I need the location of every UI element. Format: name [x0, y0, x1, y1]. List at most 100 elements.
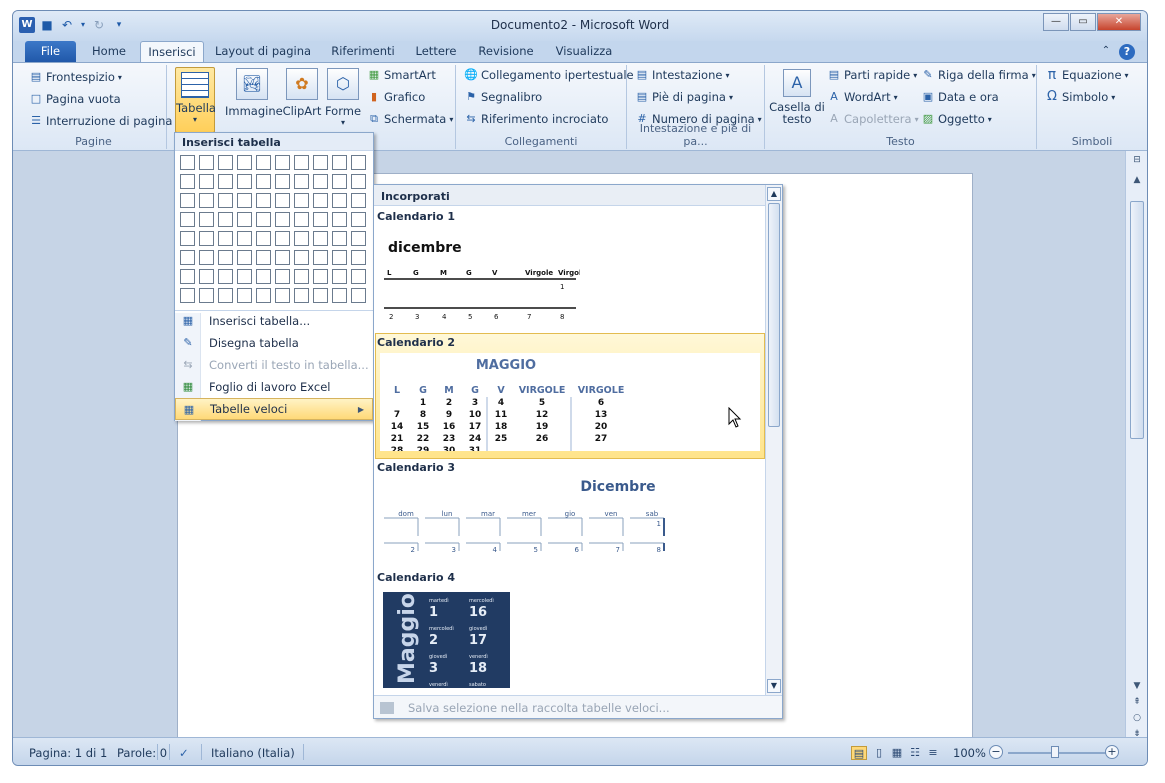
grid-cell[interactable] [199, 269, 214, 284]
grid-cell[interactable] [256, 174, 271, 189]
grid-cell[interactable] [351, 288, 366, 303]
equazione-button[interactable]: π Equazione ▾ [1045, 68, 1129, 82]
oggetto-button[interactable]: ▨ Oggetto ▾ [921, 112, 992, 126]
grid-cell[interactable] [256, 288, 271, 303]
tab-visualizza[interactable]: Visualizza [549, 41, 619, 63]
grid-cell[interactable] [256, 250, 271, 265]
tab-home[interactable]: Home [83, 41, 135, 63]
grid-cell[interactable] [180, 174, 195, 189]
grid-cell[interactable] [332, 288, 347, 303]
grid-cell[interactable] [237, 250, 252, 265]
grafico-button[interactable]: ▮ Grafico [367, 90, 425, 104]
grid-cell[interactable] [237, 212, 252, 227]
ruler-toggle-icon[interactable]: ⊟ [1129, 155, 1145, 169]
grid-cell[interactable] [199, 174, 214, 189]
grid-cell[interactable] [199, 288, 214, 303]
menu-converti-testo[interactable]: ⇆ Converti il testo in tabella... [175, 354, 373, 376]
draft-icon[interactable]: ≡ [925, 746, 941, 760]
data-e-ora-button[interactable]: ▣ Data e ora [921, 90, 999, 104]
parti-rapide-button[interactable]: ▤ Parti rapide ▾ [827, 68, 917, 82]
grid-cell[interactable] [351, 231, 366, 246]
menu-tabelle-veloci[interactable]: ▦ Tabelle veloci ▶ [175, 398, 373, 420]
grid-cell[interactable] [332, 269, 347, 284]
gallery-scroll-down-icon[interactable]: ▼ [767, 679, 781, 693]
web-layout-icon[interactable]: ▦ [889, 746, 905, 760]
interruzione-pagina-button[interactable]: ☰ Interruzione di pagina [29, 114, 172, 128]
grid-cell[interactable] [237, 174, 252, 189]
zoom-slider-thumb[interactable] [1051, 746, 1059, 758]
smartart-button[interactable]: ▦ SmartArt [367, 68, 436, 82]
grid-cell[interactable] [294, 174, 309, 189]
grid-cell[interactable] [237, 288, 252, 303]
grid-cell[interactable] [180, 250, 195, 265]
zoom-out-icon[interactable]: − [989, 745, 1003, 759]
grid-cell[interactable] [275, 212, 290, 227]
gallery-scroll-up-icon[interactable]: ▲ [767, 187, 781, 201]
grid-cell[interactable] [237, 193, 252, 208]
grid-cell[interactable] [199, 231, 214, 246]
grid-cell[interactable] [218, 269, 233, 284]
tab-revisione[interactable]: Revisione [473, 41, 539, 63]
grid-cell[interactable] [218, 212, 233, 227]
grid-cell[interactable] [275, 174, 290, 189]
grid-cell[interactable] [294, 269, 309, 284]
grid-cell[interactable] [256, 269, 271, 284]
grid-cell[interactable] [351, 155, 366, 170]
tabella-button[interactable]: Tabella ▾ [175, 67, 216, 133]
grid-cell[interactable] [332, 155, 347, 170]
grid-cell[interactable] [275, 250, 290, 265]
grid-cell[interactable] [351, 174, 366, 189]
grid-cell[interactable] [218, 288, 233, 303]
grid-cell[interactable] [294, 155, 309, 170]
grid-cell[interactable] [199, 212, 214, 227]
grid-cell[interactable] [237, 231, 252, 246]
grid-cell[interactable] [180, 193, 195, 208]
salva-selezione-item[interactable]: Salva selezione nella raccolta tabelle v… [374, 695, 782, 718]
zoom-level[interactable]: 100% [953, 746, 986, 760]
gallery-scroll-thumb[interactable] [768, 203, 780, 427]
calendario-3-preview[interactable]: Dicembre dom lun mar mer gio ven sab 1 2 3 4 5 6 7 8 [380, 475, 680, 565]
grid-cell[interactable] [313, 193, 328, 208]
grid-cell[interactable] [275, 155, 290, 170]
grid-cell[interactable] [199, 250, 214, 265]
grid-cell[interactable] [180, 269, 195, 284]
grid-cell[interactable] [294, 288, 309, 303]
grid-cell[interactable] [275, 193, 290, 208]
frontespizio-button[interactable]: ▤ Frontespizio ▾ [29, 70, 122, 84]
page-count[interactable]: Pagina: 1 di 1 [29, 746, 107, 760]
immagine-button[interactable]: 🏞 Immagine [225, 68, 283, 118]
grid-cell[interactable] [332, 212, 347, 227]
riferimento-incrociato-button[interactable]: ⇆ Riferimento incrociato [464, 112, 608, 126]
grid-cell[interactable] [237, 269, 252, 284]
grid-cell[interactable] [180, 212, 195, 227]
grid-cell[interactable] [256, 212, 271, 227]
simbolo-button[interactable]: Ω Simbolo ▾ [1045, 90, 1115, 105]
vertical-scrollbar[interactable]: ⊟ ▲ ▼ ⇞ ○ ⇟ [1125, 151, 1147, 739]
collegamento-ipertestuale-button[interactable]: 🌐 Collegamento ipertestuale [464, 68, 634, 82]
grid-cell[interactable] [332, 231, 347, 246]
menu-disegna-tabella[interactable]: ✎ Disegna tabella [175, 332, 373, 354]
grid-cell[interactable] [180, 288, 195, 303]
previous-page-icon[interactable]: ⇞ [1129, 697, 1145, 711]
casella-di-testo-button[interactable]: A Casella di testo [769, 69, 825, 125]
grid-cell[interactable] [180, 231, 195, 246]
grid-cell[interactable] [256, 155, 271, 170]
grid-cell[interactable] [256, 193, 271, 208]
minimize-ribbon-icon[interactable]: ⌃ [1099, 41, 1113, 63]
grid-cell[interactable] [313, 155, 328, 170]
grid-cell[interactable] [351, 193, 366, 208]
segnalibro-button[interactable]: ⚑ Segnalibro [464, 90, 542, 104]
grid-cell[interactable] [294, 212, 309, 227]
scroll-down-icon[interactable]: ▼ [1129, 681, 1145, 695]
tab-file[interactable]: File [25, 41, 76, 63]
grid-cell[interactable] [313, 231, 328, 246]
grid-cell[interactable] [199, 155, 214, 170]
scroll-up-icon[interactable]: ▲ [1129, 175, 1145, 189]
schermata-button[interactable]: ⧉ Schermata ▾ [367, 112, 453, 126]
pie-di-pagina-button[interactable]: ▤ Piè di pagina ▾ [635, 90, 733, 104]
gallery-scrollbar[interactable]: ▲ ▼ [765, 185, 782, 695]
tab-riferimenti[interactable]: Riferimenti [325, 41, 401, 63]
scrollbar-thumb[interactable] [1130, 201, 1144, 439]
calendario-1-preview[interactable]: dicembre L G M G V Virgole Virgole 1 2 3 4 5 6 7 8 [380, 229, 580, 321]
calendario-2-preview[interactable]: MAGGIO L G M G V VIRGOLE VIRGOLE 1 2 3 4 5 67 8 9 10 11… [380, 353, 760, 451]
